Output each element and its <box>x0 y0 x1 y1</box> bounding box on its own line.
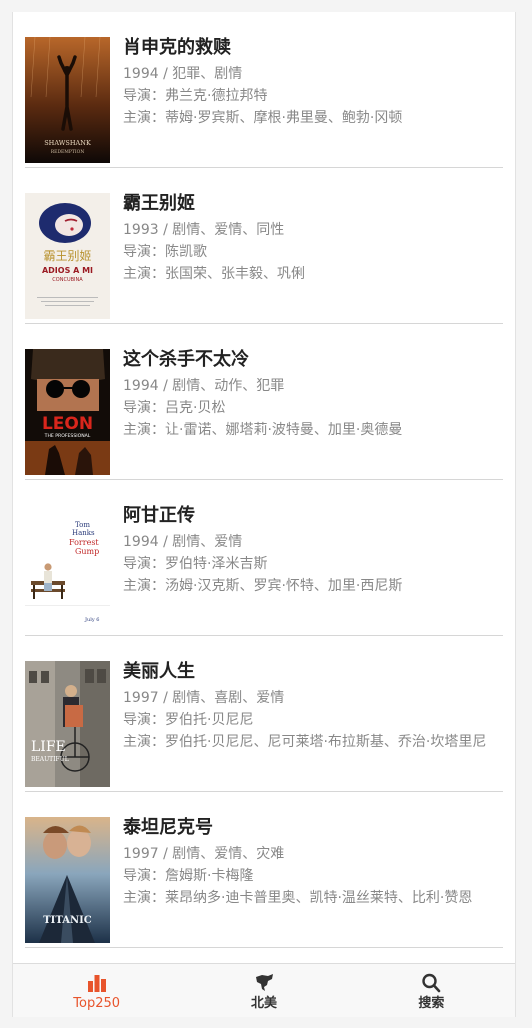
movie-title[interactable]: 霸王别姬 <box>123 192 503 216</box>
movie-cast: 主演：莱昂纳多·迪卡普里奥、凯特·温丝莱特、比利·赞恩 <box>123 890 473 906</box>
movie-year-genres: 1997 / 剧情、喜剧、爱情 <box>123 690 285 706</box>
poster-subtitle-text: BEAUTIFUL <box>31 756 69 763</box>
poster-subtitle-text: THE PROFESSIONAL <box>44 433 91 439</box>
poster-image: LIFE BEAUTIFUL <box>25 661 110 787</box>
movie-poster[interactable]: LIFE BEAUTIFUL <box>25 661 110 787</box>
movie-title[interactable]: 泰坦尼克号 <box>123 816 503 840</box>
movie-poster[interactable]: SHAWSHANK REDEMPTION <box>25 37 110 163</box>
tab-top250[interactable]: Top250 <box>13 964 180 1017</box>
poster-actor-last-text: Hanks <box>72 529 95 537</box>
movie-item[interactable]: Tom Hanks Forrest Gump July 6 阿甘正传 1994 … <box>25 480 503 636</box>
poster-actor-first-text: Tom <box>75 521 90 529</box>
movie-year-genres: 1993 / 剧情、爱情、同性 <box>123 222 285 238</box>
tab-north-america[interactable]: 北美 <box>180 964 347 1017</box>
poster-title-text: TITANIC <box>43 915 92 926</box>
bar-chart-icon <box>87 975 106 992</box>
movie-poster[interactable]: TITANIC <box>25 817 110 943</box>
movie-list[interactable]: SHAWSHANK REDEMPTION 肖申克的救赎 1994 / 犯罪、剧情… <box>13 12 515 948</box>
movie-info: 肖申克的救赎 1994 / 犯罪、剧情 导演：弗兰克·德拉邦特 主演：蒂姆·罗宾… <box>123 36 503 129</box>
movie-director: 导演：罗伯托·贝尼尼 <box>123 712 254 728</box>
poster-release-text: July 6 <box>84 617 99 623</box>
movie-poster[interactable]: Tom Hanks Forrest Gump July 6 <box>25 505 110 631</box>
poster-title-text-2: Gump <box>75 547 99 556</box>
poster-image: SHAWSHANK REDEMPTION <box>25 37 110 163</box>
movie-title[interactable]: 美丽人生 <box>123 660 503 684</box>
movie-year-genres: 1994 / 剧情、动作、犯罪 <box>123 378 285 394</box>
movie-cast: 主演：蒂姆·罗宾斯、摩根·弗里曼、鲍勃·冈顿 <box>123 110 403 126</box>
movie-director: 导演：吕克·贝松 <box>123 400 226 416</box>
movie-cast: 主演：罗伯托·贝尼尼、尼可莱塔·布拉斯基、乔治·坎塔里尼 <box>123 734 487 750</box>
poster-title-text: LIFE <box>31 739 66 755</box>
movie-title[interactable]: 阿甘正传 <box>123 504 503 528</box>
poster-image: Tom Hanks Forrest Gump July 6 <box>25 505 110 631</box>
poster-image: 霸王别姬 ADIOS A MI CONCUBINA <box>25 193 110 319</box>
tab-label: 搜索 <box>418 996 445 1011</box>
search-icon <box>422 973 441 993</box>
poster-image: LEON THE PROFESSIONAL <box>25 349 110 475</box>
poster-title-text: LEON <box>42 414 93 434</box>
movie-poster[interactable]: 霸王别姬 ADIOS A MI CONCUBINA <box>25 193 110 319</box>
poster-image: TITANIC <box>25 817 110 943</box>
poster-calligraphy-text: 霸王别姬 <box>43 249 91 263</box>
movie-year-genres: 1997 / 剧情、爱情、灾难 <box>123 846 285 862</box>
poster-subtitle-text: REDEMPTION <box>51 149 85 155</box>
movie-info: 霸王别姬 1993 / 剧情、爱情、同性 导演：陈凯歌 主演：张国荣、张丰毅、巩… <box>123 192 503 285</box>
tab-label: 北美 <box>250 996 277 1011</box>
movie-year-genres: 1994 / 犯罪、剧情 <box>123 66 243 82</box>
movie-item[interactable]: TITANIC 泰坦尼克号 1997 / 剧情、爱情、灾难 导演：詹姆斯·卡梅隆… <box>25 792 503 948</box>
poster-title-text: Forrest <box>69 538 99 547</box>
movie-item[interactable]: 霸王别姬 ADIOS A MI CONCUBINA 霸王别姬 1993 / 剧情… <box>25 168 503 324</box>
movie-info: 阿甘正传 1994 / 剧情、爱情 导演：罗伯特·泽米吉斯 主演：汤姆·汉克斯、… <box>123 504 503 597</box>
movie-title[interactable]: 这个杀手不太冷 <box>123 348 503 372</box>
tab-bar: Top250 北美 搜索 <box>13 963 515 1017</box>
app-screen: SHAWSHANK REDEMPTION 肖申克的救赎 1994 / 犯罪、剧情… <box>12 12 516 1017</box>
movie-director: 导演：弗兰克·德拉邦特 <box>123 88 268 104</box>
movie-year-genres: 1994 / 剧情、爱情 <box>123 534 243 550</box>
poster-title-text: SHAWSHANK <box>44 139 91 147</box>
movie-title[interactable]: 肖申克的救赎 <box>123 36 503 60</box>
poster-title-text: ADIOS A MI <box>42 266 93 275</box>
north-america-icon <box>255 974 273 991</box>
movie-cast: 主演：汤姆·汉克斯、罗宾·怀特、加里·西尼斯 <box>123 578 403 594</box>
movie-info: 这个杀手不太冷 1994 / 剧情、动作、犯罪 导演：吕克·贝松 主演：让·雷诺… <box>123 348 503 441</box>
movie-info: 泰坦尼克号 1997 / 剧情、爱情、灾难 导演：詹姆斯·卡梅隆 主演：莱昂纳多… <box>123 816 503 909</box>
movie-cast: 主演：张国荣、张丰毅、巩俐 <box>123 266 305 282</box>
movie-cast: 主演：让·雷诺、娜塔莉·波特曼、加里·奥德曼 <box>123 422 403 438</box>
movie-item[interactable]: LIFE BEAUTIFUL 美丽人生 1997 / 剧情、喜剧、爱情 导演：罗… <box>25 636 503 792</box>
tab-search[interactable]: 搜索 <box>348 964 515 1017</box>
movie-info: 美丽人生 1997 / 剧情、喜剧、爱情 导演：罗伯托·贝尼尼 主演：罗伯托·贝… <box>123 660 503 753</box>
movie-item[interactable]: SHAWSHANK REDEMPTION 肖申克的救赎 1994 / 犯罪、剧情… <box>25 12 503 168</box>
movie-director: 导演：詹姆斯·卡梅隆 <box>123 868 254 884</box>
movie-item[interactable]: LEON THE PROFESSIONAL 这个杀手不太冷 1994 / 剧情、… <box>25 324 503 480</box>
tab-label: Top250 <box>73 996 121 1011</box>
movie-director: 导演：陈凯歌 <box>123 244 207 260</box>
movie-director: 导演：罗伯特·泽米吉斯 <box>123 556 268 572</box>
poster-subtitle-text: CONCUBINA <box>52 277 83 283</box>
movie-poster[interactable]: LEON THE PROFESSIONAL <box>25 349 110 475</box>
